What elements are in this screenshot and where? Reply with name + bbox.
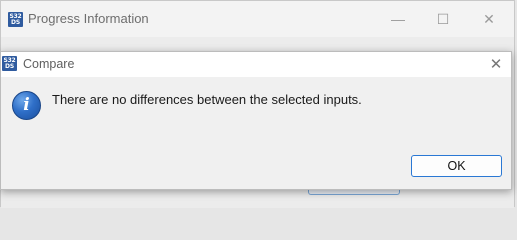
close-button[interactable]: ✕ — [466, 5, 512, 33]
screen: S32 DS Progress Information — ☐ ✕ S32 DS… — [0, 0, 517, 209]
app-icon-text-bottom: DS — [11, 18, 20, 26]
close-icon: ✕ — [483, 10, 495, 27]
progress-window-titlebar: S32 DS Progress Information — ☐ ✕ — [1, 1, 514, 37]
compare-dialog: S32 DS Compare ✕ i There are no differen… — [0, 51, 512, 190]
minimize-icon: — — [391, 11, 405, 27]
minimize-button[interactable]: — — [375, 5, 421, 33]
compare-dialog-title: Compare — [23, 57, 75, 71]
ok-button-label: OK — [447, 159, 466, 173]
s32ds-app-icon: S32 DS — [8, 12, 23, 27]
app-icon-text-bottom: DS — [5, 62, 14, 70]
compare-dialog-titlebar: S32 DS Compare ✕ — [1, 52, 511, 77]
maximize-button[interactable]: ☐ — [420, 5, 466, 33]
close-icon: ✕ — [489, 56, 503, 73]
info-icon-glyph: i — [23, 95, 30, 115]
information-icon: i — [12, 91, 41, 120]
ok-button[interactable]: OK — [411, 155, 502, 177]
dialog-message: There are no differences between the sel… — [52, 92, 362, 107]
s32ds-app-icon: S32 DS — [2, 56, 17, 71]
progress-window-title: Progress Information — [28, 11, 149, 26]
maximize-icon: ☐ — [436, 10, 450, 27]
dialog-close-button[interactable]: ✕ — [483, 53, 509, 75]
